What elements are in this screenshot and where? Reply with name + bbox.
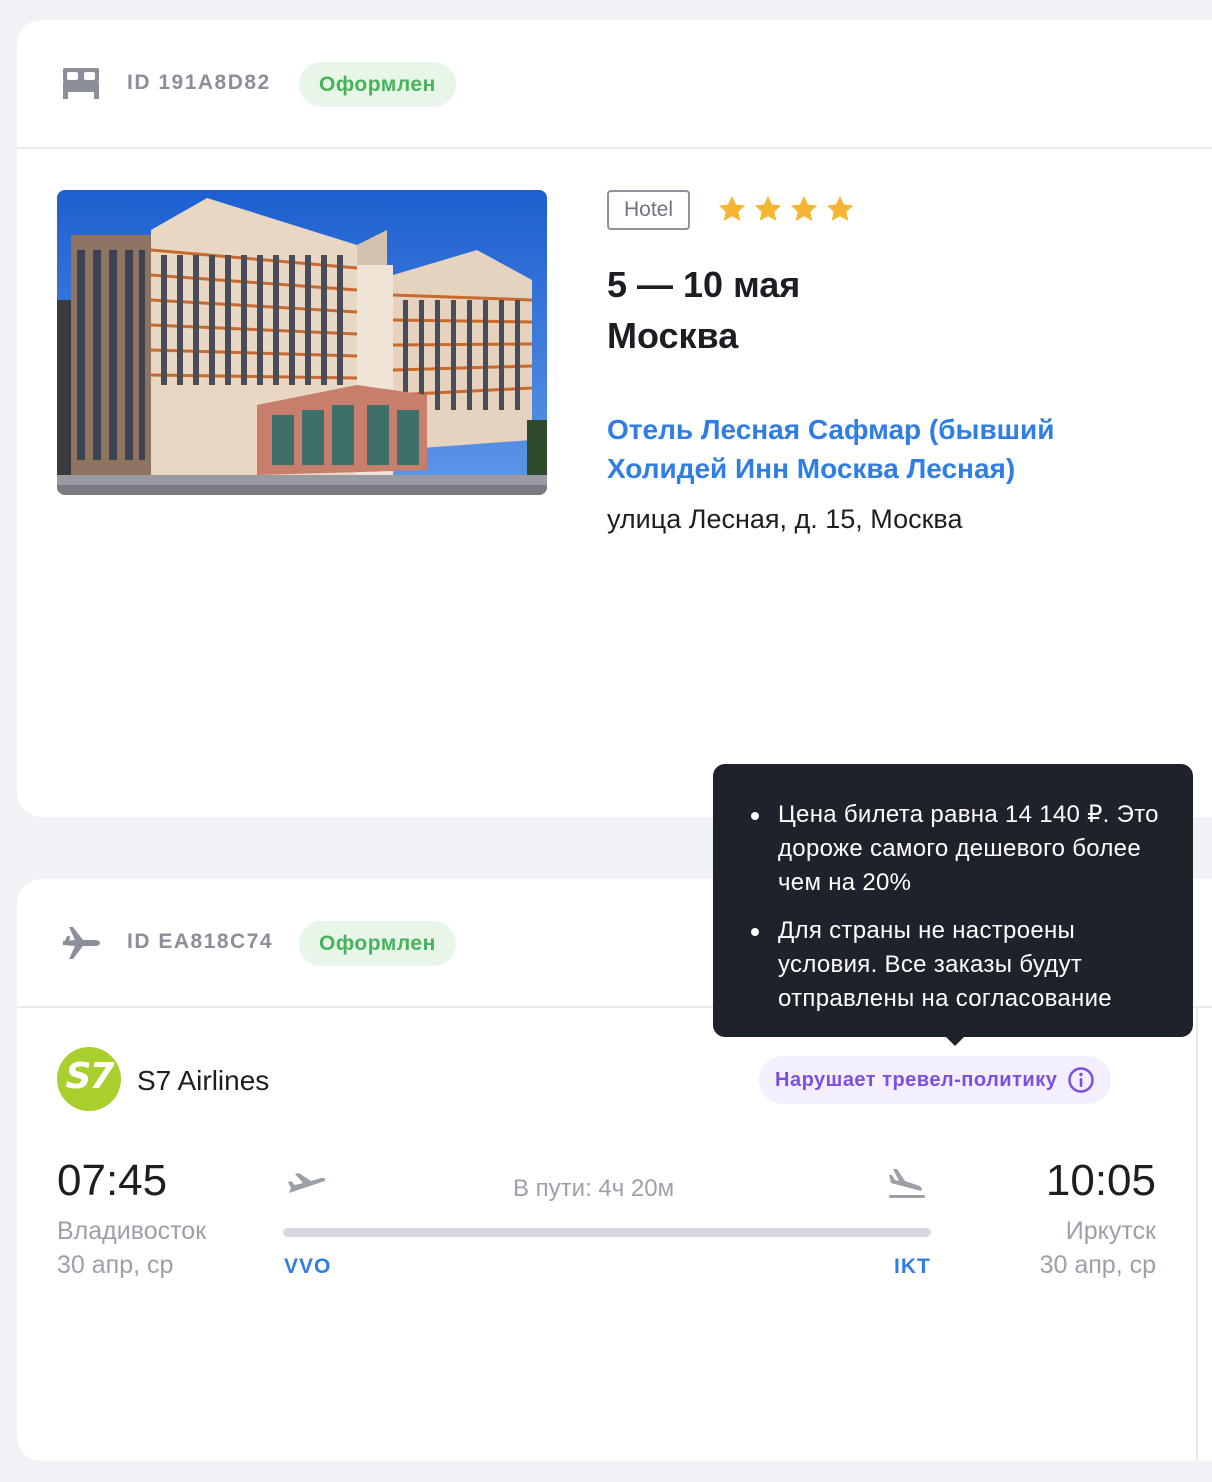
landing-icon: [889, 1169, 925, 1198]
hotel-photo[interactable]: [57, 190, 547, 495]
hotel-name-link[interactable]: Отель Лесная Сафмар (бывший Холидей Инн …: [607, 410, 1167, 488]
stay-dates: 5 — 10 мая: [607, 264, 801, 305]
status-badge: Оформлен: [299, 62, 456, 107]
star-icon: [826, 195, 854, 221]
hotel-card-header: ID 191A8D82 Оформлен: [17, 20, 1212, 149]
route-line: [283, 1228, 931, 1237]
policy-violation-label: Нарушает тревел-политику: [775, 1069, 1058, 1091]
tooltip-item: Цена билета равна 14 140 ₽. Это дороже с…: [749, 798, 1163, 900]
bed-icon: [63, 68, 99, 99]
status-badge: Оформлен: [299, 921, 456, 966]
hotel-address: улица Лесная, д. 15, Москва: [607, 504, 963, 534]
departure-time: 07:45: [57, 1156, 168, 1205]
airline-logo: S7: [57, 1047, 121, 1111]
policy-violation-badge[interactable]: Нарушает тревел-политику: [759, 1056, 1112, 1104]
arrival-time: 10:05: [1045, 1156, 1156, 1205]
airplane-icon: [63, 927, 100, 959]
tooltip-list: Цена билета равна 14 140 ₽. Это дороже с…: [749, 798, 1163, 1016]
takeoff-icon: [288, 1173, 326, 1193]
tooltip-item: Для страны не настроены условия. Все зак…: [749, 914, 1163, 1016]
info-icon[interactable]: [1067, 1066, 1095, 1094]
order-id: ID EA818C74: [127, 930, 274, 953]
star-icon: [790, 195, 818, 221]
star-rating: [717, 194, 855, 224]
arrival-airport-code: IKT: [894, 1255, 931, 1278]
star-icon: [754, 195, 782, 221]
airline-logo-text: S7: [65, 1056, 115, 1097]
order-id: ID 191A8D82: [127, 71, 271, 94]
departure-date: 30 апр, ср: [57, 1251, 174, 1279]
policy-tooltip: Цена билета равна 14 140 ₽. Это дороже с…: [713, 764, 1193, 1046]
star-icon: [718, 195, 746, 221]
hotel-building-image: [57, 190, 547, 495]
airline-name: S7 Airlines: [137, 1065, 270, 1096]
hotel-order-card[interactable]: ID 191A8D82 Оформлен Hotel 5 — 10 мая Мо…: [17, 20, 1212, 817]
arrival-city: Иркутск: [1065, 1217, 1156, 1245]
hotel-city: Москва: [607, 315, 739, 356]
vertical-divider: [1196, 1009, 1198, 1461]
departure-airport-code: VVO: [284, 1255, 332, 1278]
flight-duration: В пути: 4ч 20м: [513, 1175, 675, 1202]
departure-city: Владивосток: [57, 1217, 207, 1245]
arrival-date: 30 апр, ср: [1039, 1251, 1156, 1279]
accommodation-type-tag: Hotel: [607, 190, 691, 230]
